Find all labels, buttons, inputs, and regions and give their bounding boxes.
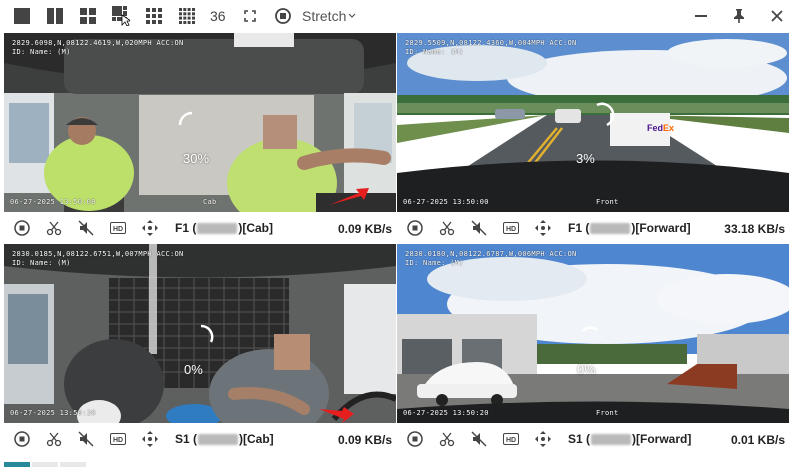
id-text: ID: Name: (M) [12,259,71,267]
video-feed[interactable]: 2830.0180,N,08122.6787,W,006MPH ACC:ON I… [397,244,789,423]
stop-icon[interactable] [13,430,31,448]
camera-name-overlay: Front [596,409,619,417]
video-feed[interactable]: 2829.6098,N,08122.4619,W,020MPH ACC:ON I… [4,33,396,212]
id-text: ID: Name: (M) [405,259,464,267]
loading-percent: 30% [183,151,210,166]
video-cell-f1-cab: 2829.6098,N,08122.4619,W,020MPH ACC:ON I… [4,33,396,243]
stop-icon[interactable] [406,430,424,448]
layout-2-icon[interactable] [44,5,66,27]
camera-label: F1 ()[Forward] [568,221,691,235]
layout-9-icon[interactable] [143,5,165,27]
toolbar: 36 Stretch [0,0,798,32]
hd-icon[interactable]: HD [502,219,520,237]
page-tab[interactable] [60,462,86,467]
mute-icon[interactable] [77,219,95,237]
loading-percent: 0% [577,362,596,377]
camera-name-overlay: Front [596,198,619,206]
timestamp-overlay: 06-27-2025 13:50:20 [10,409,96,417]
camera-label: S1 ()[Forward] [568,432,692,446]
ptz-move-icon[interactable] [534,219,552,237]
hd-icon[interactable]: HD [109,219,127,237]
page-tab[interactable] [32,462,58,467]
snapshot-icon[interactable] [45,219,63,237]
stop-icon[interactable] [13,219,31,237]
loading-percent: 0% [184,362,203,377]
video-feed[interactable]: 2830.0185,N,08122.6751,W,007MPH ACC:ON I… [4,244,396,423]
layout-16-icon[interactable] [176,5,198,27]
gps-overlay: 2830.0180,N,08122.6787,W,006MPH ACC:ON I… [405,250,577,268]
bitrate: 33.18 KB/s [724,222,785,236]
gps-overlay: 2830.0185,N,08122.6751,W,007MPH ACC:ON I… [12,250,184,268]
gps-text: 2830.0185,N,08122.6751,W,007MPH ACC:ON [12,250,184,258]
gps-overlay: 2829.5509,N,08122.4360,W,004MPH ACC:ON I… [405,39,577,57]
snapshot-icon[interactable] [438,430,456,448]
gps-text: 2829.5509,N,08122.4360,W,004MPH ACC:ON [405,39,577,47]
stop-icon[interactable] [406,219,424,237]
close-icon[interactable] [766,5,788,27]
video-controls: HD S1 ()[Cab] 0.09 KB/s [4,424,396,454]
loading-percent: 3% [576,151,595,166]
bitrate: 0.09 KB/s [337,433,392,447]
video-cell-s1-cab: 2830.0185,N,08122.6751,W,007MPH ACC:ON I… [4,244,396,454]
fullscreen-icon[interactable] [239,5,261,27]
layout-6-icon[interactable] [110,5,132,27]
redacted-name [591,434,632,446]
svg-text:FedEx: FedEx [647,123,674,133]
id-text: ID: Name: (M) [405,48,464,56]
svg-text:HD: HD [113,437,123,444]
stop-all-icon[interactable] [272,5,294,27]
snapshot-icon[interactable] [438,219,456,237]
ptz-move-icon[interactable] [141,430,159,448]
gps-overlay: 2829.6098,N,08122.4619,W,020MPH ACC:ON I… [12,39,184,57]
chevron-down-icon [348,13,356,18]
layout-4-icon[interactable] [77,5,99,27]
minimize-icon[interactable] [690,5,712,27]
video-controls: HD F1 ()[Cab] 0.09 KB/s [4,213,396,243]
video-grid: 2829.6098,N,08122.4619,W,020MPH ACC:ON I… [4,33,794,454]
video-feed[interactable]: FedEx 2829.5509,N,08122.4360,W,004MPH AC… [397,33,789,212]
mute-icon[interactable] [470,430,488,448]
video-cell-f1-forward: FedEx 2829.5509,N,08122.4360,W,004MPH AC… [397,33,789,243]
layout-count[interactable]: 36 [210,8,228,24]
mute-icon[interactable] [470,219,488,237]
redacted-name [197,223,238,235]
timestamp-overlay: 06-27-2025 13:50:20 [403,409,489,417]
redacted-name [198,434,239,446]
camera-name-overlay: Cab [203,198,217,206]
gps-text: 2830.0180,N,08122.6787,W,006MPH ACC:ON [405,250,577,258]
svg-text:HD: HD [113,226,123,233]
svg-text:HD: HD [506,437,516,444]
page-tab-active[interactable] [4,462,30,467]
video-cell-s1-forward: 2830.0180,N,08122.6787,W,006MPH ACC:ON I… [397,244,789,454]
video-controls: HD F1 ()[Forward] 33.18 KB/s [397,213,789,243]
stretch-dropdown[interactable]: Stretch [302,8,356,24]
video-controls: HD S1 ()[Forward] 0.01 KB/s [397,424,789,454]
ptz-move-icon[interactable] [534,430,552,448]
ptz-move-icon[interactable] [141,219,159,237]
layout-1-icon[interactable] [11,5,33,27]
pin-icon[interactable] [728,5,750,27]
hd-icon[interactable]: HD [109,430,127,448]
stretch-label: Stretch [302,8,347,24]
camera-label: F1 ()[Cab] [175,221,274,235]
bitrate: 0.09 KB/s [337,222,392,236]
bitrate: 0.01 KB/s [730,433,785,447]
hd-icon[interactable]: HD [502,430,520,448]
snapshot-icon[interactable] [45,430,63,448]
svg-text:HD: HD [506,226,516,233]
gps-text: 2829.6098,N,08122.4619,W,020MPH ACC:ON [12,39,184,47]
page-tabs [4,462,86,467]
redacted-name [590,223,631,235]
mute-icon[interactable] [77,430,95,448]
timestamp-overlay: 06-27-2025 13:50:00 [10,198,96,206]
timestamp-overlay: 06-27-2025 13:50:00 [403,198,489,206]
id-text: ID: Name: (M) [12,48,71,56]
camera-label: S1 ()[Cab] [175,432,274,446]
